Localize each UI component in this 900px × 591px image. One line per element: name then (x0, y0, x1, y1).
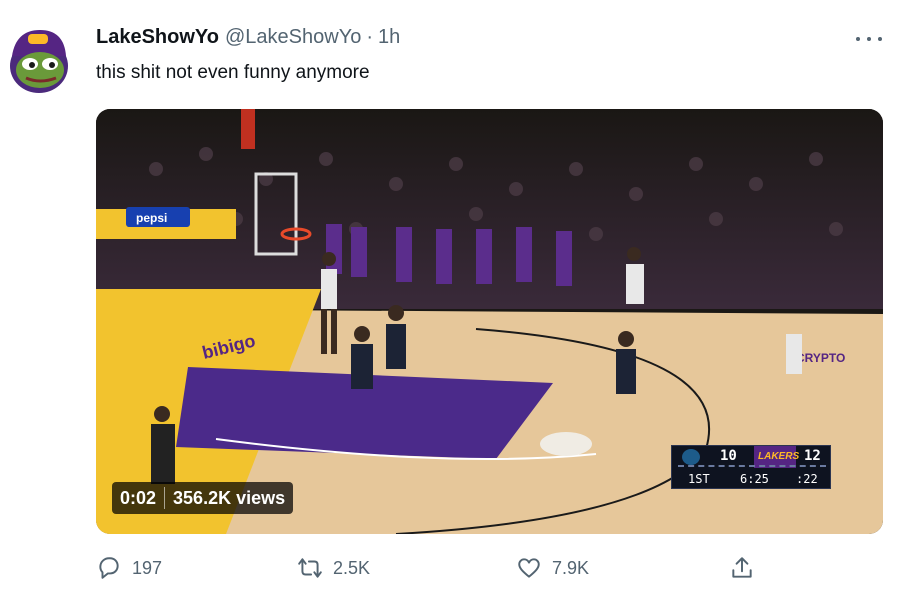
reply-button[interactable]: 197 (96, 555, 162, 581)
game-clock: 6:25 (740, 472, 769, 486)
badge-divider (164, 487, 166, 509)
home-score: 12 (804, 448, 821, 464)
scorebug-clock-row: 1ST 6:25 :22 (672, 470, 830, 490)
svg-text:pepsi: pepsi (136, 211, 167, 225)
user-handle[interactable]: @LakeShowYo (225, 26, 361, 49)
quarter: 1ST (688, 472, 710, 486)
scorebug-divider (678, 465, 826, 467)
tweet-actions: 197 2.5K 7.9K (96, 555, 796, 585)
avatar[interactable] (8, 26, 70, 94)
like-count: 7.9K (552, 557, 590, 578)
tweet-text: this shit not even funny anymore (96, 62, 370, 83)
timestamp[interactable]: 1h (378, 26, 400, 49)
share-icon (732, 557, 752, 578)
retweet-icon (298, 558, 322, 578)
share-button[interactable] (729, 555, 755, 581)
video-elapsed-time: 0:02 (120, 487, 157, 508)
more-options-icon[interactable] (856, 30, 882, 48)
scorebug: 10 LAKERS 12 1ST 6:25 :22 (671, 445, 831, 489)
separator-dot: · (366, 26, 373, 48)
video-view-count: 356.2K views (173, 487, 286, 508)
lakers-logo: LAKERS (758, 451, 800, 462)
away-score: 10 (720, 448, 737, 464)
shot-clock: :22 (796, 472, 818, 486)
reply-icon (99, 557, 119, 579)
timberwolves-logo-icon (682, 449, 700, 465)
tweet-header: LakeShowYo @LakeShowYo · 1h (96, 26, 400, 49)
video-stats-badge: 0:02 356.2K views (112, 482, 294, 514)
like-button[interactable]: 7.9K (516, 555, 589, 581)
display-name[interactable]: LakeShowYo (96, 26, 219, 49)
video-player[interactable]: pepsi bibigo CRYPTO 0:02 356.2K views 10… (96, 109, 883, 534)
svg-text:CRYPTO: CRYPTO (796, 351, 845, 365)
retweet-count: 2.5K (333, 557, 371, 578)
retweet-button[interactable]: 2.5K (297, 555, 370, 581)
reply-count: 197 (132, 557, 163, 578)
heart-icon (518, 558, 540, 578)
pepe-avatar-icon (10, 30, 68, 93)
